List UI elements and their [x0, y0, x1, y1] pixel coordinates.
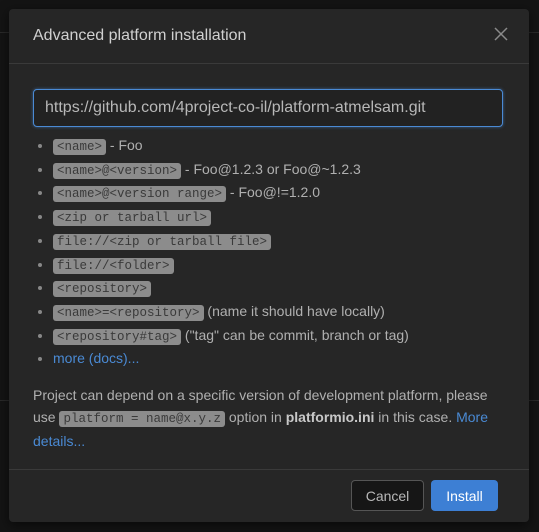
install-button[interactable]: Install — [431, 480, 498, 511]
list-item: <repository#tag> ("tag" can be commit, b… — [53, 325, 505, 349]
more-docs-link[interactable]: more (docs)... — [53, 350, 139, 366]
dialog-footer: Cancel Install — [9, 469, 529, 522]
close-icon[interactable] — [493, 26, 509, 42]
code-snippet: file://<folder> — [53, 257, 174, 274]
config-filename: platformio.ini — [285, 409, 375, 426]
dialog-header: Advanced platform installation — [9, 9, 529, 64]
code-snippet: platform = name@x.y.z — [59, 411, 225, 428]
dialog-title: Advanced platform installation — [33, 27, 247, 44]
note-text: in this case. — [374, 409, 457, 426]
code-snippet: <repository> — [53, 281, 152, 298]
code-snippet: <zip or tarball url> — [53, 210, 212, 227]
code-snippet: file://<zip or tarball file> — [53, 233, 272, 250]
item-text: ("tag" can be commit, branch or tag) — [181, 326, 409, 343]
item-text: - Foo@!=1.2.0 — [226, 184, 321, 201]
code-snippet: <name>=<repository> — [53, 304, 204, 321]
code-snippet: <name>@<version> — [53, 162, 182, 179]
list-item: file://<zip or tarball file> — [53, 230, 505, 254]
advanced-install-dialog: Advanced platform installation <name> - … — [9, 9, 529, 522]
format-list: <name> - Foo <name>@<version> - Foo@1.2.… — [33, 135, 505, 370]
code-snippet: <name>@<version range> — [53, 186, 227, 203]
list-item: <zip or tarball url> — [53, 206, 505, 230]
list-item: <name>@<version> - Foo@1.2.3 or Foo@~1.2… — [53, 159, 505, 183]
cancel-button[interactable]: Cancel — [351, 480, 424, 511]
list-item: <repository> — [53, 277, 505, 301]
version-note: Project can depend on a specific version… — [33, 384, 505, 452]
dialog-body: <name> - Foo <name>@<version> - Foo@1.2.… — [9, 64, 529, 452]
note-text: option in — [225, 409, 286, 426]
list-item: file://<folder> — [53, 254, 505, 278]
platform-source-input[interactable] — [33, 89, 503, 127]
item-text: - Foo — [106, 137, 143, 153]
item-text: (name it should have locally) — [203, 302, 385, 319]
list-item: <name>@<version range> - Foo@!=1.2.0 — [53, 182, 505, 206]
code-snippet: <name> — [53, 139, 107, 155]
list-item: <name>=<repository> (name it should have… — [53, 301, 505, 325]
item-text: - Foo@1.2.3 or Foo@~1.2.3 — [181, 160, 361, 177]
code-snippet: <repository#tag> — [53, 328, 182, 345]
list-item: <name> - Foo — [53, 135, 505, 159]
list-item: more (docs)... — [53, 348, 505, 370]
